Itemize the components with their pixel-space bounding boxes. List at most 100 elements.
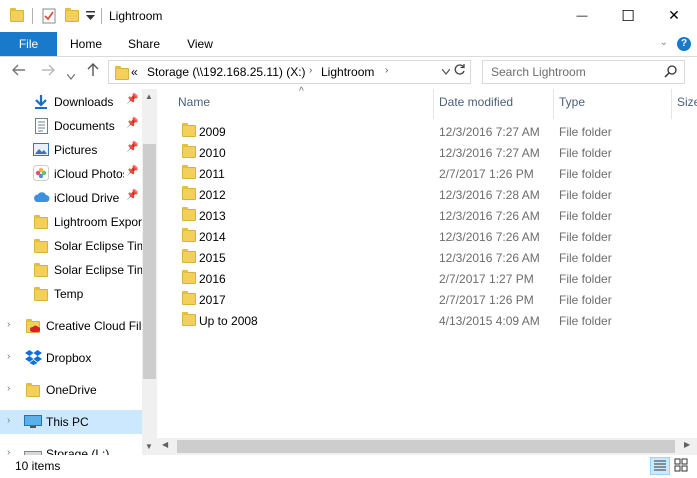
table-row[interactable]: 2010 12/3/2016 7:27 AM File folder bbox=[177, 142, 677, 163]
search-box[interactable]: Search Lightroom bbox=[482, 60, 685, 84]
close-button[interactable]: ✕ bbox=[651, 0, 697, 31]
chevron-right-icon[interactable]: › bbox=[7, 383, 10, 394]
file-type: File folder bbox=[559, 251, 612, 265]
nav-item-this-pc[interactable]: › This PC bbox=[0, 410, 142, 434]
scrollbar-thumb[interactable] bbox=[177, 440, 675, 453]
file-list-scrollbar[interactable]: ◀ ▶ bbox=[157, 438, 697, 455]
nav-item-label: Lightroom Exports bbox=[54, 215, 142, 229]
titlebar-separator bbox=[32, 8, 33, 24]
tab-view[interactable]: View bbox=[174, 32, 226, 56]
nav-item-label: Solar Eclipse Time bbox=[54, 263, 142, 277]
help-icon[interactable]: ? bbox=[677, 37, 691, 51]
chevron-right-icon[interactable]: › bbox=[7, 319, 10, 330]
properties-icon[interactable] bbox=[42, 8, 56, 27]
table-row[interactable]: 2017 2/7/2017 1:26 PM File folder bbox=[177, 289, 677, 310]
column-header-size[interactable]: Size bbox=[677, 95, 697, 109]
file-type: File folder bbox=[559, 314, 612, 328]
breadcrumb-storage[interactable]: Storage (\\192.168.25.11) (X:) bbox=[147, 65, 306, 79]
tab-file[interactable]: File bbox=[0, 32, 57, 56]
large-icons-view-button[interactable] bbox=[672, 457, 692, 475]
pin-icon[interactable]: 📌 bbox=[126, 166, 138, 177]
breadcrumb-lightroom[interactable]: Lightroom bbox=[321, 65, 374, 79]
nav-item-solar-eclipse-2[interactable]: Solar Eclipse Time bbox=[0, 258, 142, 282]
table-row[interactable]: 2014 12/3/2016 7:26 AM File folder bbox=[177, 226, 677, 247]
file-name: 2009 bbox=[199, 125, 226, 139]
scroll-left-icon[interactable]: ◀ bbox=[162, 440, 168, 449]
table-row[interactable]: Up to 2008 4/13/2015 4:09 AM File folder bbox=[177, 310, 677, 331]
back-button[interactable] bbox=[12, 63, 26, 81]
chevron-right-icon[interactable]: › bbox=[7, 447, 10, 455]
nav-item-dropbox[interactable]: › Dropbox bbox=[0, 346, 142, 370]
scroll-right-icon[interactable]: ▶ bbox=[684, 440, 690, 449]
chevron-right-icon[interactable]: › bbox=[7, 415, 10, 426]
nav-item-lightroom-exports[interactable]: Lightroom Exports bbox=[0, 210, 142, 234]
pin-icon[interactable]: 📌 bbox=[126, 142, 138, 153]
column-divider[interactable] bbox=[553, 89, 554, 119]
scroll-down-icon[interactable]: ▼ bbox=[145, 442, 153, 451]
column-header-name[interactable]: Name bbox=[178, 95, 210, 109]
recent-locations-button[interactable] bbox=[66, 67, 76, 84]
chevron-right-icon[interactable]: › bbox=[309, 65, 312, 76]
pin-icon[interactable]: 📌 bbox=[126, 190, 138, 201]
tab-share[interactable]: Share bbox=[118, 32, 170, 56]
chevron-right-icon[interactable]: › bbox=[385, 65, 388, 76]
file-type: File folder bbox=[559, 230, 612, 244]
nav-item-label: OneDrive bbox=[46, 383, 97, 397]
nav-item-label: Downloads bbox=[54, 95, 114, 109]
nav-item-label: Creative Cloud Files bbox=[46, 319, 142, 333]
details-view-button[interactable] bbox=[650, 457, 670, 475]
chevron-right-icon[interactable]: › bbox=[7, 351, 10, 362]
table-row[interactable]: 2015 12/3/2016 7:26 AM File folder bbox=[177, 247, 677, 268]
table-row[interactable]: 2016 2/7/2017 1:27 PM File folder bbox=[177, 268, 677, 289]
nav-item-onedrive[interactable]: › OneDrive bbox=[0, 378, 142, 402]
search-icon[interactable] bbox=[664, 64, 678, 81]
ribbon-tabs: File Home Share View ⌄ ? bbox=[0, 32, 697, 57]
column-header-date[interactable]: Date modified bbox=[439, 95, 513, 109]
table-row[interactable]: 2012 12/3/2016 7:28 AM File folder bbox=[177, 184, 677, 205]
file-type: File folder bbox=[559, 125, 612, 139]
address-history-button[interactable] bbox=[441, 67, 451, 78]
forward-button[interactable] bbox=[41, 63, 55, 81]
scroll-up-icon[interactable]: ▲ bbox=[145, 92, 153, 101]
address-bar[interactable]: « Storage (\\192.168.25.11) (X:) › Light… bbox=[108, 60, 471, 84]
nav-item-icloud-photos[interactable]: iCloud Photos 📌 bbox=[0, 162, 142, 186]
breadcrumb-overflow[interactable]: « bbox=[131, 65, 138, 79]
nav-item-solar-eclipse-1[interactable]: Solar Eclipse Time bbox=[0, 234, 142, 258]
nav-item-downloads[interactable]: Downloads 📌 bbox=[0, 90, 142, 114]
scrollbar-thumb[interactable] bbox=[143, 144, 156, 379]
pin-icon[interactable]: 📌 bbox=[126, 118, 138, 129]
column-divider[interactable] bbox=[433, 89, 434, 119]
column-header-type[interactable]: Type bbox=[559, 95, 585, 109]
nav-item-documents[interactable]: Documents 📌 bbox=[0, 114, 142, 138]
table-row[interactable]: 2013 12/3/2016 7:26 AM File folder bbox=[177, 205, 677, 226]
search-input[interactable]: Search Lightroom bbox=[491, 65, 586, 79]
nav-item-creative-cloud[interactable]: › Creative Cloud Files bbox=[0, 314, 142, 338]
quick-access-dropdown-icon[interactable] bbox=[86, 10, 95, 24]
table-row[interactable]: 2009 12/3/2016 7:27 AM File folder bbox=[177, 121, 677, 142]
expand-ribbon-icon[interactable]: ⌄ bbox=[660, 37, 668, 48]
up-button[interactable] bbox=[86, 63, 100, 81]
tab-home[interactable]: Home bbox=[60, 32, 112, 56]
file-type: File folder bbox=[559, 146, 612, 160]
close-icon: ✕ bbox=[668, 7, 680, 23]
file-type: File folder bbox=[559, 209, 612, 223]
table-row[interactable]: 2011 2/7/2017 1:26 PM File folder bbox=[177, 163, 677, 184]
nav-item-icloud-drive[interactable]: iCloud Drive 📌 bbox=[0, 186, 142, 210]
nav-pane-scrollbar[interactable]: ▲ ▼ bbox=[142, 89, 157, 455]
refresh-button[interactable] bbox=[453, 63, 466, 79]
nav-item-pictures[interactable]: Pictures 📌 bbox=[0, 138, 142, 162]
documents-icon bbox=[35, 118, 48, 137]
minimize-button[interactable]: — bbox=[559, 0, 605, 31]
refresh-icon bbox=[454, 64, 465, 75]
chevron-down-icon bbox=[441, 68, 451, 75]
maximize-button[interactable]: ☐ bbox=[605, 0, 651, 31]
nav-item-storage[interactable]: › Storage (L:) bbox=[0, 442, 142, 455]
file-date: 12/3/2016 7:27 AM bbox=[439, 125, 540, 139]
pin-icon[interactable]: 📌 bbox=[126, 94, 138, 105]
icloud-drive-icon bbox=[33, 192, 50, 206]
pictures-icon bbox=[33, 143, 49, 159]
file-name: Up to 2008 bbox=[199, 314, 258, 328]
nav-item-temp[interactable]: Temp bbox=[0, 282, 142, 306]
item-count: 10 items bbox=[15, 459, 61, 473]
column-divider[interactable] bbox=[671, 89, 672, 119]
